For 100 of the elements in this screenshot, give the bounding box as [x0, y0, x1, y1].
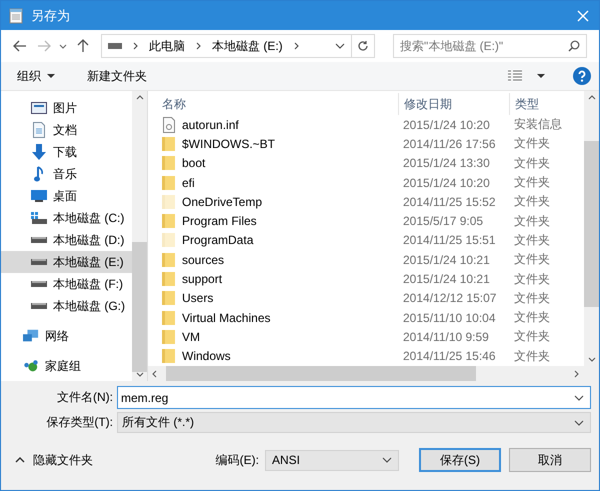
chevron-right-icon[interactable]: [133, 42, 138, 50]
chevron-down-icon[interactable]: [335, 43, 345, 49]
modified-date: 2015/1/24 13:30: [402, 156, 491, 170]
network-icon: [23, 329, 39, 343]
picture-icon: [31, 102, 47, 114]
chevron-up-icon[interactable]: [136, 95, 144, 100]
file-name[interactable]: Program Files: [182, 214, 257, 228]
navigation-item[interactable]: 音乐: [1, 163, 132, 185]
navigation-item[interactable]: 本地磁盘 (G:): [1, 295, 132, 317]
hide-folders-toggle[interactable]: 隐藏文件夹: [11, 452, 97, 468]
file-type: 文件夹: [513, 348, 551, 365]
save-button[interactable]: 保存(S): [419, 448, 501, 472]
navigation-item[interactable]: 文档: [1, 119, 132, 141]
desktop-icon: [31, 190, 47, 202]
help-icon[interactable]: [573, 67, 591, 85]
chevron-up-icon[interactable]: [588, 95, 596, 100]
homegroup-icon: [23, 359, 39, 373]
encoding-dropdown[interactable]: ANSI: [265, 450, 399, 470]
navigation-item[interactable]: 下载: [1, 141, 132, 163]
file-type: 文件夹: [513, 251, 551, 268]
back-arrow-icon[interactable]: [13, 40, 27, 52]
modified-date: 2014/11/25 15:51: [402, 233, 497, 248]
navigation-item[interactable]: 本地磁盘 (C:): [1, 207, 132, 229]
file-type-dropdown[interactable]: 所有文件 (*.*): [117, 412, 591, 433]
refresh-icon: [357, 40, 369, 52]
column-header[interactable]: 修改日期: [398, 93, 509, 115]
scrollbar-thumb[interactable]: [166, 366, 476, 381]
scrollbar[interactable]: [148, 366, 599, 381]
file-name[interactable]: VM: [182, 330, 200, 344]
modified-date: 2014/11/25 15:46: [402, 349, 497, 364]
caret-icon: [47, 74, 55, 78]
file-type: 文件夹: [513, 290, 551, 307]
modified-date: 2014/11/25 15:52: [402, 194, 497, 209]
scrollbar[interactable]: [584, 91, 599, 366]
navigation-item[interactable]: 本地磁盘 (F:): [1, 273, 132, 295]
file-name[interactable]: Users: [182, 291, 214, 306]
cancel-button[interactable]: 取消: [509, 448, 591, 472]
new-folder-button[interactable]: 新建文件夹: [83, 66, 151, 86]
modified-date: 2014/12/12 15:07: [402, 291, 498, 306]
file-name[interactable]: efi: [182, 176, 195, 190]
organize-menu-button[interactable]: 组织: [13, 66, 59, 86]
file-type: 安装信息: [513, 116, 563, 134]
chevron-down-icon[interactable]: [588, 357, 596, 362]
file-name[interactable]: Windows: [182, 349, 231, 364]
folder-icon: [162, 290, 176, 306]
chevron-down-icon: [574, 420, 584, 426]
breadcrumb[interactable]: 本地磁盘 (E:): [212, 38, 283, 54]
chevron-down-icon[interactable]: [59, 44, 67, 48]
file-name[interactable]: $WINDOWS.~BT: [182, 136, 276, 151]
file-name[interactable]: OneDriveTemp: [182, 194, 262, 209]
navigation-item[interactable]: 本地磁盘 (E:): [1, 251, 132, 273]
file-name[interactable]: Virtual Machines: [182, 310, 270, 325]
breadcrumb[interactable]: 此电脑: [149, 38, 185, 54]
folder-icon: [162, 252, 176, 268]
chevron-down-icon[interactable]: [136, 372, 144, 377]
file-name[interactable]: sources: [182, 252, 224, 267]
folder-icon: [162, 155, 176, 172]
chevron-left-icon[interactable]: [152, 370, 157, 378]
folder-icon: [162, 136, 176, 152]
file-type: 文件夹: [513, 154, 551, 172]
window-title: 另存为: [31, 6, 70, 24]
file-name[interactable]: ProgramData: [182, 233, 254, 248]
column-header[interactable]: 名称: [158, 93, 398, 115]
file-type: 文件夹: [513, 135, 551, 152]
navigation-item[interactable]: 网络: [1, 325, 132, 347]
file-name-field[interactable]: mem.reg: [117, 386, 591, 409]
navigation-item[interactable]: 家庭组: [1, 355, 132, 377]
navigation-item[interactable]: 图片: [1, 97, 132, 119]
address-bar[interactable]: 此电脑 本地磁盘 (E:): [101, 34, 352, 58]
file-name[interactable]: boot: [182, 156, 206, 170]
refresh-button[interactable]: [352, 34, 375, 58]
close-icon[interactable]: [577, 10, 589, 22]
column-header[interactable]: 类型: [509, 93, 579, 115]
view-options-icon[interactable]: [507, 70, 523, 82]
scrollbar-thumb[interactable]: [132, 242, 147, 372]
field-label: 文件名(N):: [56, 389, 114, 406]
file-name[interactable]: autorun.inf: [182, 118, 239, 132]
search-field[interactable]: 搜索"本地磁盘 (E:)": [393, 34, 587, 58]
scrollbar[interactable]: [132, 91, 147, 381]
chevron-up-icon: [15, 457, 25, 463]
chevron-right-icon[interactable]: [196, 42, 201, 50]
file-type: 文件夹: [513, 232, 551, 249]
chevron-down-icon[interactable]: [574, 395, 584, 401]
download-arrow-icon: [31, 144, 47, 160]
chevron-right-icon[interactable]: [294, 42, 299, 50]
file-name[interactable]: support: [182, 272, 222, 286]
drive-icon: [31, 281, 47, 287]
modified-date: 2015/1/24 10:20: [402, 176, 491, 190]
navigation-item[interactable]: 桌面: [1, 185, 132, 207]
file-type: 文件夹: [513, 309, 551, 326]
document-icon: [31, 122, 47, 138]
file-type: 文件夹: [513, 212, 551, 230]
notepad-icon: [9, 8, 23, 24]
scrollbar-thumb[interactable]: [584, 141, 599, 308]
up-arrow-icon[interactable]: [77, 39, 89, 53]
file-type: 文件夹: [513, 174, 551, 192]
navigation-item[interactable]: 本地磁盘 (D:): [1, 229, 132, 251]
caret-icon[interactable]: [537, 74, 545, 78]
chevron-right-icon[interactable]: [574, 370, 579, 378]
drive-icon: [31, 259, 47, 265]
